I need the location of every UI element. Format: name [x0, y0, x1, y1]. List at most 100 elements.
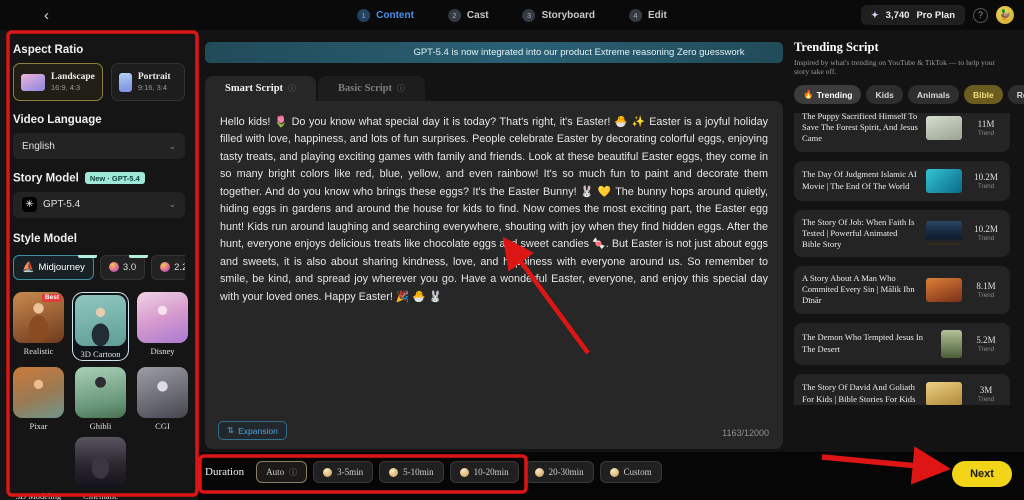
trending-item-views: 3MTrend [970, 385, 1002, 403]
trending-tab-rescue[interactable]: Rescue [1008, 85, 1024, 104]
style-card-pixar[interactable]: Pixar [13, 367, 64, 431]
view-count: 10.2M [970, 172, 1002, 182]
trending-tab-kids[interactable]: Kids [866, 85, 902, 104]
trending-title: Trending Script [794, 40, 1010, 55]
trending-list[interactable]: The Puppy Sacrificed Himself To Save The… [794, 113, 1010, 405]
duration-option-2030min[interactable]: 20-30min [525, 461, 594, 483]
trending-tab-label: Animals [917, 90, 950, 100]
style-thumbnail [13, 367, 64, 418]
step-storyboard[interactable]: 3Storyboard [523, 9, 595, 22]
trending-tab-bible[interactable]: Bible [964, 85, 1003, 104]
trending-item-views: 10.2MTrend [970, 224, 1002, 242]
duration-option-1020min[interactable]: 10-20min [450, 461, 519, 483]
help-icon[interactable]: ? [973, 8, 988, 23]
duration-option-510min[interactable]: 5-10min [379, 461, 444, 483]
trending-tab-animals[interactable]: Animals [908, 85, 959, 104]
step-number: 4 [629, 9, 642, 22]
trending-item-views: 11MTrend [970, 119, 1002, 137]
settings-sidebar: Aspect Ratio Landscape 16:9, 4:3 Portrai… [0, 30, 198, 500]
trending-item-thumbnail [926, 278, 962, 302]
duration-option-auto[interactable]: Autoⓘ [256, 461, 307, 483]
step-number: 1 [357, 9, 370, 22]
aspect-ratios: 16:9, 4:3 [51, 83, 95, 92]
style-model-chip-30[interactable]: 3.0New [100, 255, 145, 280]
tab-smart-script[interactable]: Smart Scriptⓘ [205, 76, 316, 101]
trending-item[interactable]: The Demon Who Tempted Jesus In The Deser… [794, 323, 1010, 365]
trending-item[interactable]: The Puppy Sacrificed Himself To Save The… [794, 113, 1010, 152]
gpt-announcement-banner: GPT-5.4 is now integrated into our produ… [205, 42, 783, 63]
style-model-chip-22[interactable]: 2.2 [151, 255, 185, 280]
back-icon[interactable]: ‹ [44, 8, 49, 23]
duration-option-35min[interactable]: 3-5min [313, 461, 373, 483]
trending-item[interactable]: A Story About A Man Who Commited Every S… [794, 266, 1010, 314]
duration-option-label: 20-30min [549, 467, 584, 477]
best-badge: Best [42, 294, 62, 302]
trending-tab-label: Kids [875, 90, 893, 100]
step-edit[interactable]: 4Edit [629, 9, 667, 22]
expansion-button[interactable]: ⇅ Expansion [218, 421, 287, 440]
trending-item-views: 10.2MTrend [970, 172, 1002, 190]
view-count: 8.1M [970, 281, 1002, 291]
style-label: Pixar [30, 421, 48, 431]
style-model-chip-midjourney[interactable]: ⛵MidjourneyNew [13, 255, 94, 280]
story-model-new-badge: New · GPT-5.4 [85, 172, 145, 184]
aspect-option-portrait[interactable]: Portrait 9:16, 3:4 [111, 63, 185, 101]
duration-option-custom[interactable]: Custom [600, 461, 662, 483]
duration-option-label: Custom [624, 467, 652, 477]
style-card-disney[interactable]: Disney [137, 292, 188, 361]
trend-tag: Trend [970, 130, 1002, 137]
next-button[interactable]: Next [952, 461, 1012, 487]
gpt-logo-icon: ✳ [22, 197, 37, 212]
style-card-3d-modeling[interactable]: 3D Modeling [13, 437, 64, 500]
script-tabs: Smart Scriptⓘ Basic Scriptⓘ [205, 76, 783, 101]
view-count: 3M [970, 385, 1002, 395]
trending-item[interactable]: The Story Of Job: When Faith Is Tested |… [794, 210, 1010, 258]
view-count: 11M [970, 119, 1002, 129]
style-label: Realistic [24, 346, 54, 356]
trending-item[interactable]: The Story Of David And Goliath For Kids … [794, 374, 1010, 405]
style-card-3d-cartoon[interactable]: 3D Cartoon [72, 292, 129, 361]
tab-basic-script[interactable]: Basic Scriptⓘ [318, 76, 425, 101]
video-language-value: English [22, 141, 55, 152]
info-icon: ⓘ [288, 83, 296, 94]
trending-item-views: 5.2MTrend [970, 335, 1002, 353]
script-textarea[interactable]: Hello kids! 🌷 Do you know what special d… [220, 114, 768, 306]
midjourney-icon: ⛵ [22, 262, 34, 273]
style-card-realistic[interactable]: Best Realistic [13, 292, 64, 361]
trending-item-views: 8.1MTrend [970, 281, 1002, 299]
new-badge: New [129, 255, 148, 258]
aspect-ratio-options: Landscape 16:9, 4:3 Portrait 9:16, 3:4 [13, 63, 185, 101]
step-number: 3 [523, 9, 536, 22]
aspect-ratio-title: Aspect Ratio [13, 44, 185, 56]
topbar-right: ✦ 3,740 Pro Plan ? 🦆 [861, 5, 1014, 25]
coin-icon [610, 468, 619, 477]
trend-tag: Trend [970, 183, 1002, 190]
trend-tag: Trend [970, 346, 1002, 353]
trending-tab-trending[interactable]: 🔥Trending [794, 85, 861, 104]
avatar[interactable]: 🦆 [996, 6, 1014, 24]
step-number: 2 [448, 9, 461, 22]
step-content[interactable]: 1Content [357, 9, 414, 22]
trending-item-title: The Demon Who Tempted Jesus In The Deser… [802, 332, 933, 354]
info-icon: ⓘ [397, 83, 405, 94]
style-grid: Best Realistic 3D CartoonDisney Pixar Ghibli… [13, 292, 185, 500]
credits-plan-pill[interactable]: ✦ 3,740 Pro Plan [861, 5, 965, 25]
duration-option-label: 3-5min [337, 467, 363, 477]
coin-icon [535, 468, 544, 477]
style-card-ghibli[interactable]: Ghibli [72, 367, 129, 431]
style-thumbnail [137, 292, 188, 343]
style-thumbnail [137, 367, 188, 418]
video-language-title: Video Language [13, 114, 185, 126]
step-cast[interactable]: 2Cast [448, 9, 489, 22]
new-badge: New [78, 255, 97, 258]
aspect-option-landscape[interactable]: Landscape 16:9, 4:3 [13, 63, 103, 101]
style-card-cgi[interactable]: CGI [137, 367, 188, 431]
style-card-cinematic[interactable]: Cinematic [72, 437, 129, 500]
video-language-select[interactable]: English ⌄ [13, 133, 185, 159]
trending-item[interactable]: The Day Of Judgment Islamic AI Movie | T… [794, 161, 1010, 201]
chevron-down-icon: ⌄ [168, 199, 176, 210]
view-count: 10.2M [970, 224, 1002, 234]
trending-item-thumbnail [926, 221, 962, 245]
story-model-select[interactable]: ✳ GPT-5.4 ⌄ [13, 192, 185, 218]
model-version-icon [109, 262, 119, 272]
